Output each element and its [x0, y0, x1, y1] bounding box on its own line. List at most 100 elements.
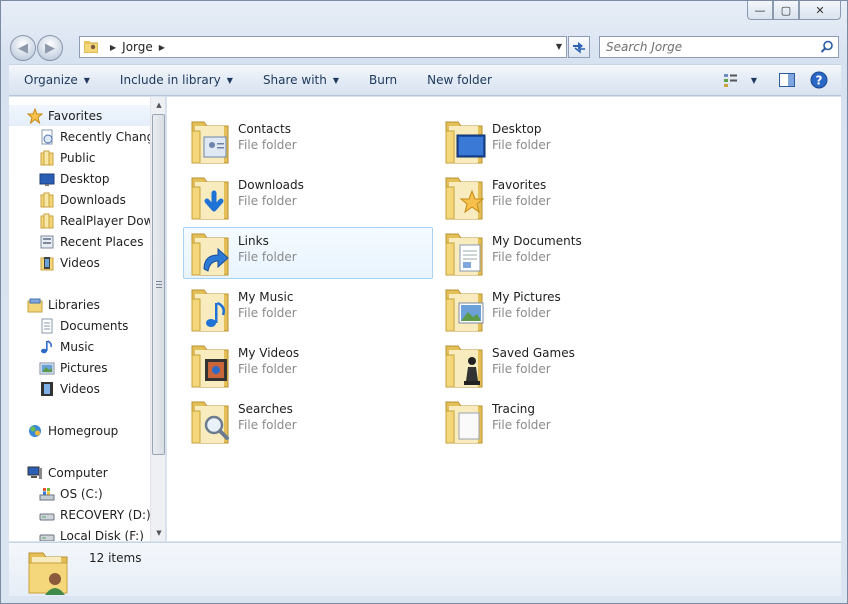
search-input[interactable]	[606, 40, 806, 54]
folder-type: File folder	[238, 306, 297, 320]
folder-type: File folder	[492, 194, 551, 208]
minimize-button[interactable]: —	[747, 1, 773, 20]
new-folder-button[interactable]: New folder	[412, 65, 507, 95]
downloads-folder-icon	[40, 192, 54, 208]
nav-item-recent-places[interactable]: Recent Places	[9, 231, 150, 252]
search-box[interactable]	[599, 36, 839, 58]
nav-item-downloads[interactable]: Downloads	[9, 189, 150, 210]
nav-item-label: RECOVERY (D:)	[60, 507, 151, 522]
forward-button[interactable]: ▶	[37, 35, 63, 61]
nav-item-label: Downloads	[60, 192, 126, 207]
include-in-library-label: Include in library	[119, 73, 221, 87]
music-folder-icon	[191, 289, 229, 332]
view-options-icon	[724, 74, 737, 87]
searches-folder-icon	[191, 401, 229, 444]
nav-item-realplayer-downloads[interactable]: RealPlayer Downloads	[9, 210, 165, 231]
nav-item-videos-library[interactable]: Videos	[9, 378, 150, 399]
desktop-icon	[39, 173, 55, 186]
file-list: Contacts File folder Desktop File folder Dow…	[167, 97, 841, 541]
breadcrumb-chevron-icon[interactable]: ▶	[110, 43, 116, 52]
pictures-folder-icon	[445, 289, 484, 332]
scroll-thumb[interactable]	[152, 114, 165, 455]
folder-type: File folder	[238, 194, 297, 208]
pictures-icon	[39, 362, 55, 375]
chevron-down-icon: ▼	[226, 75, 233, 85]
caption-buttons: — ▢ ✕	[747, 1, 841, 20]
folder-tracing[interactable]: Tracing File folder	[437, 395, 687, 447]
games-folder-icon	[445, 345, 483, 388]
address-dropdown-icon[interactable]: ▼	[556, 42, 562, 51]
folder-desktop[interactable]: Desktop File folder	[437, 115, 687, 167]
nav-computer[interactable]: Computer	[9, 462, 150, 483]
nav-item-videos-favorite[interactable]: Videos	[9, 252, 150, 273]
nav-item-label: Documents	[60, 318, 129, 333]
nav-item-local-disk-f[interactable]: Local Disk (F:)	[9, 525, 150, 541]
folder-name: My Videos	[238, 346, 300, 360]
user-folder-icon	[28, 552, 68, 595]
nav-scrollbar[interactable]: ▲ ▼	[150, 97, 165, 541]
folder-my-videos[interactable]: My Videos File folder	[183, 339, 433, 391]
nav-item-documents[interactable]: Documents	[9, 315, 150, 336]
folder-links[interactable]: Links File folder	[183, 227, 433, 279]
folder-type: File folder	[492, 138, 551, 152]
maximize-button[interactable]: ▢	[773, 1, 799, 20]
favorites-folder-icon	[445, 177, 485, 220]
preview-pane-button[interactable]	[773, 68, 801, 92]
folder-contacts[interactable]: Contacts File folder	[183, 115, 433, 167]
nav-item-public[interactable]: Public	[9, 147, 150, 168]
nav-favorites[interactable]: Favorites	[9, 105, 150, 126]
nav-item-label: Videos	[60, 381, 100, 396]
refresh-button[interactable]	[568, 36, 590, 58]
blank-folder-icon	[445, 401, 483, 444]
links-folder-icon	[191, 233, 229, 276]
breadcrumb-jorge[interactable]: Jorge	[122, 40, 153, 54]
videos-folder-icon	[191, 345, 229, 388]
nav-item-label: Local Disk (F:)	[60, 528, 144, 542]
change-view-button[interactable]	[719, 68, 747, 92]
drive-icon	[39, 534, 55, 541]
share-with-button[interactable]: Share with ▼	[248, 65, 354, 95]
nav-homegroup[interactable]: Homegroup	[9, 420, 150, 441]
folder-saved-games[interactable]: Saved Games File folder	[437, 339, 687, 391]
desktop-folder-icon	[445, 121, 486, 164]
chevron-down-icon: ▼	[332, 75, 339, 85]
folder-type: File folder	[492, 250, 551, 264]
scroll-down-icon[interactable]: ▼	[151, 525, 165, 541]
folder-name: Desktop	[492, 122, 542, 136]
nav-item-recently-changed[interactable]: Recently Changed	[9, 126, 165, 147]
folder-my-documents[interactable]: My Documents File folder	[437, 227, 687, 279]
folder-name: Saved Games	[492, 346, 575, 360]
folder-downloads[interactable]: Downloads File folder	[183, 171, 433, 223]
nav-item-music[interactable]: Music	[9, 336, 150, 357]
burn-button[interactable]: Burn	[354, 65, 412, 95]
include-in-library-button[interactable]: Include in library ▼	[105, 65, 248, 95]
downloads-folder-icon	[191, 177, 229, 220]
nav-item-pictures[interactable]: Pictures	[9, 357, 150, 378]
help-button[interactable]: ?	[805, 68, 833, 92]
folder-name: My Pictures	[492, 290, 561, 304]
user-folder-icon	[84, 41, 98, 53]
folder-my-music[interactable]: My Music File folder	[183, 283, 433, 335]
breadcrumb-chevron-icon[interactable]: ▶	[159, 43, 165, 52]
scroll-up-icon[interactable]: ▲	[151, 97, 165, 113]
folder-type: File folder	[238, 138, 297, 152]
film-strip-icon	[41, 382, 53, 396]
folder-favorites[interactable]: Favorites File folder	[437, 171, 687, 223]
organize-button[interactable]: Organize ▼	[9, 65, 105, 95]
back-button[interactable]: ◀	[10, 35, 36, 61]
folder-my-pictures[interactable]: My Pictures File folder	[437, 283, 687, 335]
address-bar[interactable]: ▶ Jorge ▶ ▼	[79, 36, 567, 58]
search-icon[interactable]	[820, 40, 834, 54]
nav-item-os-c[interactable]: OS (C:)	[9, 483, 150, 504]
explorer-window: — ▢ ✕ ◀ ▶ ▶ Jorge ▶ ▼ Organize ▼ Include …	[0, 0, 848, 604]
nav-item-desktop[interactable]: Desktop	[9, 168, 150, 189]
chevron-down-icon: ▼	[83, 75, 90, 85]
preview-pane-icon	[779, 73, 795, 87]
nav-libraries[interactable]: Libraries	[9, 294, 150, 315]
folder-name: Searches	[238, 402, 293, 416]
star-icon	[27, 108, 43, 124]
view-dropdown-button[interactable]: ▼	[747, 68, 761, 92]
close-button[interactable]: ✕	[799, 1, 841, 20]
nav-item-recovery-d[interactable]: RECOVERY (D:)	[9, 504, 151, 525]
folder-searches[interactable]: Searches File folder	[183, 395, 433, 447]
